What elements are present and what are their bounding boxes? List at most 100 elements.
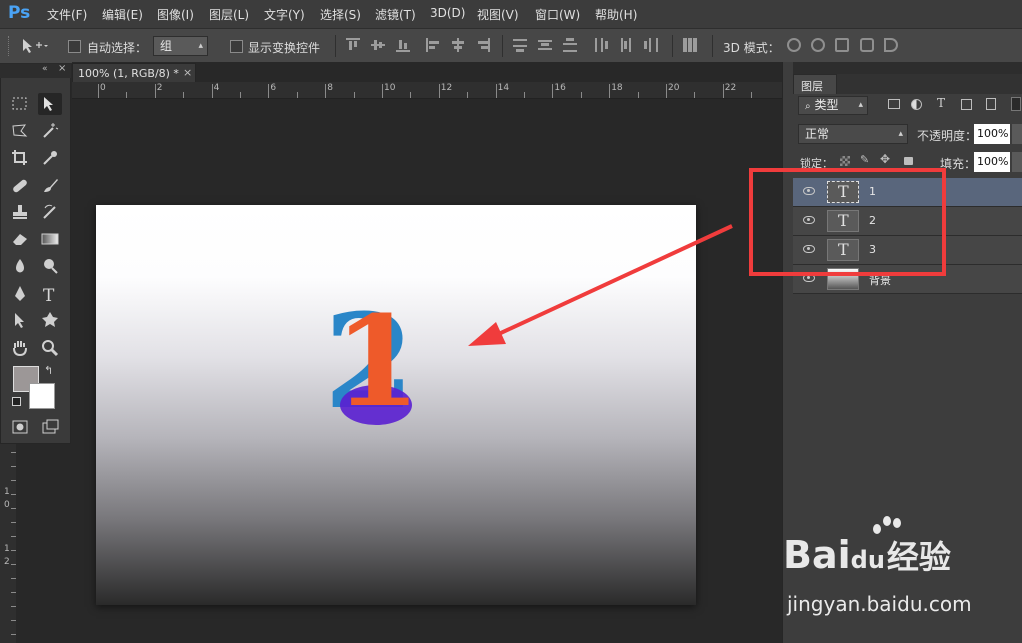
menu-help[interactable]: 帮助(H) (595, 6, 637, 23)
3d-mode-label: 3D 模式： (723, 41, 780, 55)
ruler-tick (11, 466, 16, 467)
3d-slide-icon[interactable] (860, 38, 874, 52)
menu-window[interactable]: 窗口(W) (535, 6, 580, 23)
ruler-label: 14 (497, 83, 510, 93)
path-selection-tool[interactable] (8, 309, 32, 331)
auto-select-checkbox[interactable] (68, 40, 81, 53)
pen-tool[interactable] (8, 283, 32, 305)
brush-tool[interactable] (38, 175, 62, 197)
menu-edit[interactable]: 编辑(E) (102, 6, 143, 23)
auto-select-dropdown[interactable]: 组 ▴ (153, 36, 208, 56)
ruler-label: 1 (4, 487, 10, 497)
menu-file[interactable]: 文件(F) (47, 6, 87, 23)
distribute-bottom-icon[interactable] (563, 38, 577, 52)
watermark-url: jingyan.baidu.com (787, 592, 972, 616)
crop-icon (12, 150, 27, 165)
crop-tool[interactable] (8, 147, 32, 169)
filter-shape-icon[interactable] (961, 99, 972, 110)
move-tool-preset-icon[interactable] (20, 37, 48, 55)
auto-align-icon[interactable] (683, 38, 697, 52)
ruler-tick (11, 592, 16, 593)
default-colors-icon[interactable] (12, 397, 21, 406)
menu-3d[interactable]: 3D(D) (430, 6, 465, 20)
menu-filter[interactable]: 滤镜(T) (375, 6, 416, 23)
lock-all-icon[interactable] (904, 157, 913, 165)
layer-filter-dropdown[interactable]: ⌕ 类型 ▴ (798, 96, 868, 115)
collapse-icon[interactable]: « (42, 64, 48, 74)
fill-input[interactable]: 100% (974, 152, 1010, 172)
ruler-tick (666, 84, 667, 98)
healing-brush-tool[interactable] (8, 175, 32, 197)
3d-roll-icon[interactable] (811, 38, 825, 52)
show-transform-checkbox[interactable] (230, 40, 243, 53)
filter-type-icon[interactable]: T (937, 96, 945, 110)
dodge-tool[interactable] (38, 255, 62, 277)
ruler-tick (524, 92, 525, 98)
zoom-tool[interactable] (38, 337, 62, 359)
align-vcenter-icon[interactable] (371, 38, 385, 52)
lock-image-icon[interactable]: ✎ (860, 153, 869, 166)
align-left-icon[interactable] (426, 38, 440, 52)
close-panel-icon[interactable]: × (58, 63, 66, 74)
close-tab-icon[interactable]: × (183, 66, 192, 79)
watermark-logo: Baidu经验 (783, 532, 1013, 582)
lasso-tool[interactable] (8, 120, 32, 142)
distribute-top-icon[interactable] (513, 38, 527, 52)
distribute-right-icon[interactable] (644, 38, 658, 52)
marquee-tool[interactable] (8, 93, 32, 115)
ruler-tick (268, 84, 270, 98)
history-brush-tool[interactable] (38, 201, 62, 223)
filter-toggle[interactable] (1011, 97, 1021, 111)
ruler-tick (751, 92, 753, 98)
3d-scale-icon[interactable] (884, 38, 898, 52)
blend-mode-dropdown[interactable]: 正常 ▴ (798, 124, 908, 144)
hand-tool[interactable] (8, 337, 32, 359)
type-icon: T (43, 286, 55, 303)
align-top-icon[interactable] (346, 38, 360, 52)
type-tool[interactable]: T (38, 283, 62, 305)
move-tool[interactable] (38, 93, 62, 115)
lock-transparent-icon[interactable] (840, 156, 850, 166)
distribute-left-icon[interactable] (594, 38, 608, 52)
opacity-input[interactable]: 100% (974, 124, 1010, 144)
menu-select[interactable]: 选择(S) (320, 6, 361, 23)
filter-adjustment-icon[interactable] (911, 99, 922, 110)
eraser-tool[interactable] (8, 228, 32, 250)
gradient-tool[interactable] (38, 228, 62, 250)
clone-stamp-tool[interactable] (8, 201, 32, 223)
quick-mask-button[interactable] (8, 416, 32, 438)
magic-wand-tool[interactable] (38, 120, 62, 142)
ruler-label: 18 (611, 83, 623, 93)
3d-pan-icon[interactable] (835, 38, 849, 52)
distribute-hcenter-icon[interactable] (619, 38, 633, 52)
opacity-slider-button[interactable] (1012, 124, 1022, 144)
lock-position-icon[interactable]: ✥ (880, 152, 890, 166)
align-right-icon[interactable] (476, 38, 490, 52)
filter-smart-object-icon[interactable] (986, 98, 996, 110)
ruler-tick (609, 84, 611, 98)
lasso-icon (12, 124, 28, 137)
brush-icon (44, 179, 58, 192)
ruler-tick (382, 84, 383, 98)
ruler-tick (11, 634, 16, 635)
document-tab[interactable]: 100% (1, RGB/8) * × (72, 63, 196, 82)
align-bottom-icon[interactable] (396, 38, 410, 52)
3d-rotate-icon[interactable] (787, 38, 801, 52)
menu-view[interactable]: 视图(V) (477, 6, 519, 23)
swap-colors-icon[interactable]: ↰ (44, 364, 53, 377)
filter-pixel-icon[interactable] (888, 99, 900, 109)
layers-tab[interactable]: 图层 (793, 74, 837, 94)
background-color-swatch[interactable] (29, 383, 55, 409)
custom-shape-icon (42, 312, 58, 327)
menu-type[interactable]: 文字(Y) (264, 6, 305, 23)
screen-mode-button[interactable] (38, 416, 62, 438)
eyedropper-tool[interactable] (38, 147, 62, 169)
custom-shape-tool[interactable] (38, 309, 62, 331)
align-hcenter-icon[interactable] (451, 38, 465, 52)
menu-image[interactable]: 图像(I) (157, 6, 194, 23)
separator (672, 35, 673, 57)
fill-slider-button[interactable] (1012, 152, 1022, 172)
distribute-vcenter-icon[interactable] (538, 38, 552, 52)
blur-tool[interactable] (8, 255, 32, 277)
menu-layer[interactable]: 图层(L) (209, 6, 249, 23)
